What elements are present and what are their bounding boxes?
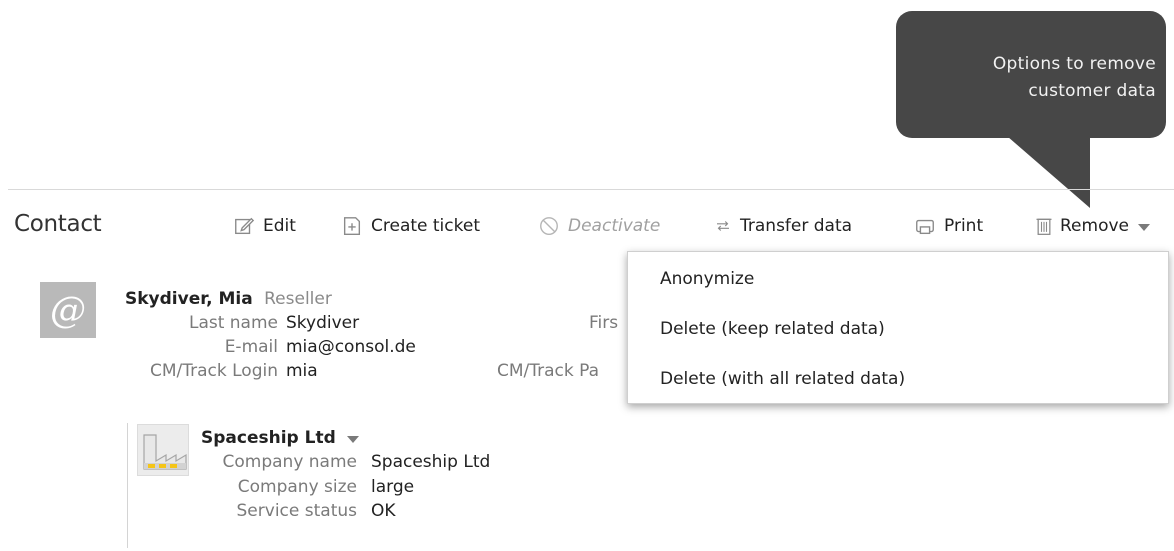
menu-item-delete-all[interactable]: Delete (with all related data) [660,369,905,389]
menu-item-delete-keep[interactable]: Delete (keep related data) [660,319,885,339]
service-status-label: Service status [236,501,357,521]
edit-icon [235,217,255,235]
deactivate-label: Deactivate [568,216,661,236]
contact-avatar: @ [40,282,96,338]
trash-icon [1036,218,1052,235]
edit-label: Edit [263,216,296,236]
company-name-label: Company name [222,452,358,472]
service-status-value: OK [371,501,396,521]
callout-pointer [1000,130,1090,208]
login-label: CM/Track Login [149,361,278,381]
company-header-name: Spaceship Ltd [201,428,336,448]
create-ticket-button[interactable]: Create ticket [341,212,480,240]
create-ticket-label: Create ticket [371,216,480,236]
company-header[interactable]: Spaceship Ltd [201,428,359,448]
last-name-value: Skydiver [286,313,360,333]
contact-name[interactable]: Skydiver, Mia [125,289,253,309]
print-button[interactable]: Print [914,212,983,240]
company-divider [127,423,128,548]
company-size-label: Company size [237,477,357,497]
at-icon: @ [50,289,86,331]
callout-text: Options to remove customer data [916,51,1156,105]
remove-label: Remove [1060,216,1129,236]
password-label: CM/Track Pa [497,361,600,381]
edit-button[interactable]: Edit [233,212,296,240]
deactivate-icon [540,217,558,235]
contact-name-line: Skydiver, Mia Reseller [125,289,332,309]
transfer-label: Transfer data [740,216,853,236]
deactivate-button[interactable]: Deactivate [538,212,660,240]
email-value[interactable]: mia@consol.de [286,337,416,357]
login-value: mia [286,361,318,381]
remove-button[interactable]: Remove [1034,212,1150,240]
help-callout: Options to remove customer data [896,11,1166,138]
first-name-label: Firs [589,313,619,333]
chevron-down-icon [1138,223,1150,231]
company-size-value: large [371,477,415,497]
email-label: E-mail [224,337,278,357]
print-icon [916,219,934,235]
chevron-down-icon [346,435,359,443]
company-name-value: Spaceship Ltd [371,452,491,472]
remove-dropdown-menu: Anonymize Delete (keep related data) Del… [627,251,1169,404]
callout-line-1: Options to remove [992,54,1156,74]
page-title: Contact [14,211,102,237]
last-name-label: Last name [188,313,278,333]
transfer-data-button[interactable]: Transfer data [714,212,852,240]
callout-line-2: customer data [1028,81,1156,101]
create-ticket-icon [343,217,361,235]
print-label: Print [944,216,984,236]
factory-icon [137,424,189,476]
section-divider [8,189,1174,190]
transfer-icon [717,221,729,231]
contact-role: Reseller [264,289,332,309]
menu-item-anonymize[interactable]: Anonymize [660,269,754,289]
